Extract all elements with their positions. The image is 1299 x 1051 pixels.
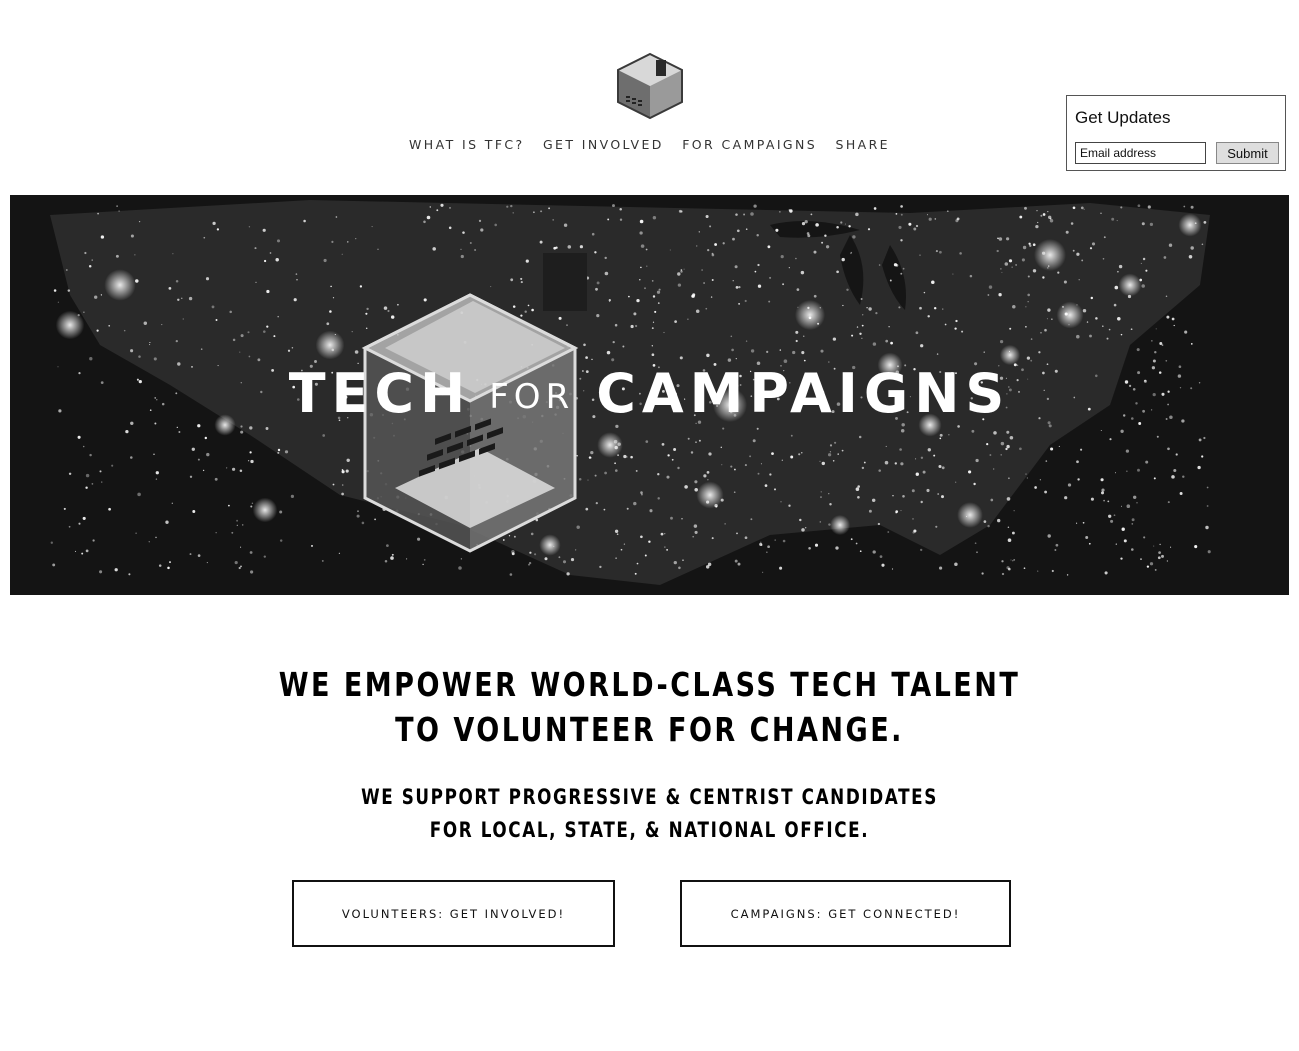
ballot-box-cube-logo [361,253,587,553]
headline-line-1: WE EMPOWER WORLD-CLASS TECH TALENT [278,665,1021,704]
page-subheading: WE SUPPORT PROGRESSIVE & CENTRIST CANDID… [130,781,1169,847]
email-field[interactable] [1075,142,1206,164]
hero-banner [10,195,1289,595]
ballot-box-cube-icon[interactable] [614,52,686,120]
nav-get-involved[interactable]: GET INVOLVED [543,137,664,152]
subhead-line-1: WE SUPPORT PROGRESSIVE & CENTRIST CANDID… [361,785,938,809]
get-updates-form: Get Updates Submit [1066,95,1286,171]
nav-for-campaigns[interactable]: FOR CAMPAIGNS [682,137,817,152]
nav-share[interactable]: SHARE [835,137,889,152]
submit-button[interactable]: Submit [1216,142,1279,164]
headline-line-2: TO VOLUNTEER FOR CHANGE. [395,710,904,749]
campaigns-get-connected-button[interactable]: CAMPAIGNS: GET CONNECTED! [680,880,1011,947]
get-updates-title: Get Updates [1075,108,1171,127]
nav-what-is-tfc[interactable]: WHAT IS TFC? [409,137,525,152]
subhead-line-2: FOR LOCAL, STATE, & NATIONAL OFFICE. [429,818,870,842]
volunteers-get-involved-button[interactable]: VOLUNTEERS: GET INVOLVED! [292,880,615,947]
page-headline: WE EMPOWER WORLD-CLASS TECH TALENT TO VO… [117,662,1182,752]
